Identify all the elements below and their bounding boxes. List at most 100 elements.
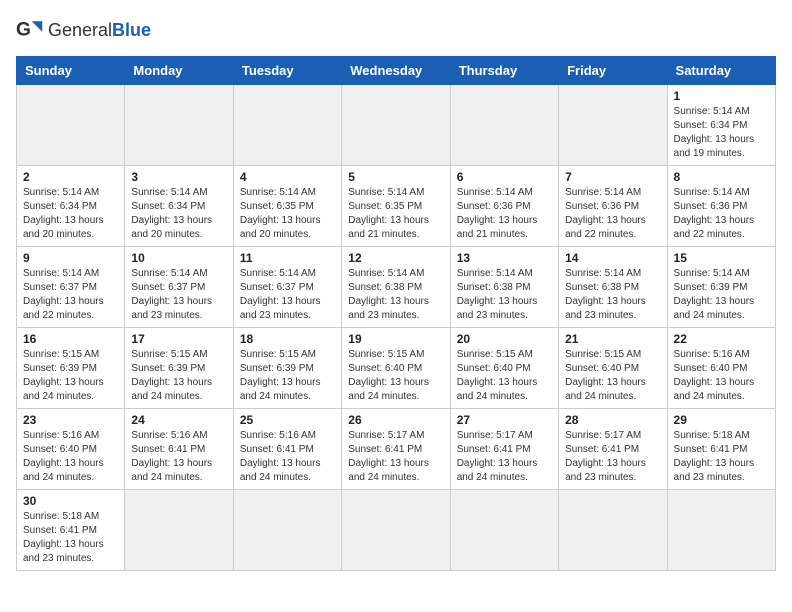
calendar-day-cell: 9 Sunrise: 5:14 AM Sunset: 6:37 PM Daylig… bbox=[17, 247, 125, 328]
calendar-day-cell: 27 Sunrise: 5:17 AM Sunset: 6:41 PM Dayli… bbox=[450, 409, 558, 490]
calendar-day-cell bbox=[342, 490, 450, 571]
day-info: Sunrise: 5:16 AM Sunset: 6:41 PM Dayligh… bbox=[240, 429, 335, 485]
weekday-header-saturday: Saturday bbox=[667, 57, 775, 85]
day-info: Sunrise: 5:15 AM Sunset: 6:40 PM Dayligh… bbox=[457, 348, 552, 404]
calendar-day-cell: 10 Sunrise: 5:14 AM Sunset: 6:37 PM Dayli… bbox=[125, 247, 233, 328]
weekday-header-friday: Friday bbox=[559, 57, 667, 85]
day-number: 12 bbox=[348, 251, 443, 265]
day-info: Sunrise: 5:16 AM Sunset: 6:40 PM Dayligh… bbox=[23, 429, 118, 485]
day-info: Sunrise: 5:15 AM Sunset: 6:40 PM Dayligh… bbox=[348, 348, 443, 404]
calendar-day-cell: 26Sunrise: 5:17 AM Sunset: 6:41 PM Dayli… bbox=[342, 409, 450, 490]
day-number: 16 bbox=[23, 332, 118, 346]
day-number: 13 bbox=[457, 251, 552, 265]
day-info: Sunrise: 5:17 AM Sunset: 6:41 PM Dayligh… bbox=[348, 429, 443, 485]
calendar-day-cell bbox=[17, 85, 125, 166]
day-info: Sunrise: 5:17 AM Sunset: 6:41 PM Dayligh… bbox=[457, 429, 552, 485]
day-number: 4 bbox=[240, 170, 335, 184]
weekday-header-monday: Monday bbox=[125, 57, 233, 85]
calendar-day-cell: 20 Sunrise: 5:15 AM Sunset: 6:40 PM Dayli… bbox=[450, 328, 558, 409]
calendar-day-cell: 23Sunrise: 5:16 AM Sunset: 6:40 PM Dayli… bbox=[17, 409, 125, 490]
calendar-day-cell: 6 Sunrise: 5:14 AM Sunset: 6:36 PM Daylig… bbox=[450, 166, 558, 247]
calendar-day-cell: 19 Sunrise: 5:15 AM Sunset: 6:40 PM Dayli… bbox=[342, 328, 450, 409]
day-number: 22 bbox=[674, 332, 769, 346]
logo-icon: G bbox=[16, 16, 44, 44]
day-info: Sunrise: 5:18 AM Sunset: 6:41 PM Dayligh… bbox=[23, 510, 118, 566]
day-info: Sunrise: 5:14 AM Sunset: 6:34 PM Dayligh… bbox=[23, 186, 118, 242]
calendar-day-cell: 25Sunrise: 5:16 AM Sunset: 6:41 PM Dayli… bbox=[233, 409, 341, 490]
day-number: 9 bbox=[23, 251, 118, 265]
day-number: 17 bbox=[131, 332, 226, 346]
day-info: Sunrise: 5:14 AM Sunset: 6:36 PM Dayligh… bbox=[674, 186, 769, 242]
day-info: Sunrise: 5:14 AM Sunset: 6:36 PM Dayligh… bbox=[565, 186, 660, 242]
calendar-day-cell: 8 Sunrise: 5:14 AM Sunset: 6:36 PM Daylig… bbox=[667, 166, 775, 247]
calendar-day-cell bbox=[233, 490, 341, 571]
day-info: Sunrise: 5:14 AM Sunset: 6:37 PM Dayligh… bbox=[131, 267, 226, 323]
weekday-header-sunday: Sunday bbox=[17, 57, 125, 85]
day-number: 7 bbox=[565, 170, 660, 184]
page-header: G GeneralBlue bbox=[16, 16, 776, 44]
calendar-day-cell: 3Sunrise: 5:14 AM Sunset: 6:34 PM Daylig… bbox=[125, 166, 233, 247]
weekday-header-thursday: Thursday bbox=[450, 57, 558, 85]
calendar-day-cell: 24Sunrise: 5:16 AM Sunset: 6:41 PM Dayli… bbox=[125, 409, 233, 490]
day-number: 30 bbox=[23, 494, 118, 508]
logo: G GeneralBlue bbox=[16, 16, 151, 44]
calendar-day-cell: 15Sunrise: 5:14 AM Sunset: 6:39 PM Dayli… bbox=[667, 247, 775, 328]
calendar-day-cell: 2 Sunrise: 5:14 AM Sunset: 6:34 PM Daylig… bbox=[17, 166, 125, 247]
calendar-day-cell bbox=[667, 490, 775, 571]
day-number: 8 bbox=[674, 170, 769, 184]
day-info: Sunrise: 5:14 AM Sunset: 6:39 PM Dayligh… bbox=[674, 267, 769, 323]
day-info: Sunrise: 5:18 AM Sunset: 6:41 PM Dayligh… bbox=[674, 429, 769, 485]
day-number: 10 bbox=[131, 251, 226, 265]
day-info: Sunrise: 5:14 AM Sunset: 6:37 PM Dayligh… bbox=[240, 267, 335, 323]
calendar-week-row: 16 Sunrise: 5:15 AM Sunset: 6:39 PM Dayli… bbox=[17, 328, 776, 409]
day-number: 20 bbox=[457, 332, 552, 346]
day-number: 11 bbox=[240, 251, 335, 265]
day-number: 1 bbox=[674, 89, 769, 103]
calendar-week-row: 23Sunrise: 5:16 AM Sunset: 6:40 PM Dayli… bbox=[17, 409, 776, 490]
calendar-day-cell bbox=[342, 85, 450, 166]
calendar-day-cell bbox=[559, 490, 667, 571]
day-number: 2 bbox=[23, 170, 118, 184]
calendar-day-cell bbox=[559, 85, 667, 166]
logo-text: GeneralBlue bbox=[48, 20, 151, 41]
weekday-header-wednesday: Wednesday bbox=[342, 57, 450, 85]
day-number: 5 bbox=[348, 170, 443, 184]
day-number: 18 bbox=[240, 332, 335, 346]
calendar-day-cell: 28 Sunrise: 5:17 AM Sunset: 6:41 PM Dayli… bbox=[559, 409, 667, 490]
day-info: Sunrise: 5:14 AM Sunset: 6:36 PM Dayligh… bbox=[457, 186, 552, 242]
day-info: Sunrise: 5:17 AM Sunset: 6:41 PM Dayligh… bbox=[565, 429, 660, 485]
day-info: Sunrise: 5:14 AM Sunset: 6:35 PM Dayligh… bbox=[240, 186, 335, 242]
calendar-day-cell bbox=[233, 85, 341, 166]
day-info: Sunrise: 5:14 AM Sunset: 6:37 PM Dayligh… bbox=[23, 267, 118, 323]
calendar-day-cell: 14Sunrise: 5:14 AM Sunset: 6:38 PM Dayli… bbox=[559, 247, 667, 328]
day-number: 21 bbox=[565, 332, 660, 346]
calendar-day-cell bbox=[450, 85, 558, 166]
day-number: 6 bbox=[457, 170, 552, 184]
calendar-day-cell: 4 Sunrise: 5:14 AM Sunset: 6:35 PM Daylig… bbox=[233, 166, 341, 247]
calendar-day-cell: 18 Sunrise: 5:15 AM Sunset: 6:39 PM Dayli… bbox=[233, 328, 341, 409]
day-number: 14 bbox=[565, 251, 660, 265]
day-info: Sunrise: 5:14 AM Sunset: 6:35 PM Dayligh… bbox=[348, 186, 443, 242]
calendar-day-cell: 21Sunrise: 5:15 AM Sunset: 6:40 PM Dayli… bbox=[559, 328, 667, 409]
day-number: 19 bbox=[348, 332, 443, 346]
calendar-day-cell: 7 Sunrise: 5:14 AM Sunset: 6:36 PM Daylig… bbox=[559, 166, 667, 247]
day-number: 28 bbox=[565, 413, 660, 427]
day-number: 27 bbox=[457, 413, 552, 427]
calendar-day-cell: 17Sunrise: 5:15 AM Sunset: 6:39 PM Dayli… bbox=[125, 328, 233, 409]
calendar-week-row: 2 Sunrise: 5:14 AM Sunset: 6:34 PM Daylig… bbox=[17, 166, 776, 247]
calendar-day-cell bbox=[125, 85, 233, 166]
day-info: Sunrise: 5:16 AM Sunset: 6:41 PM Dayligh… bbox=[131, 429, 226, 485]
day-info: Sunrise: 5:15 AM Sunset: 6:39 PM Dayligh… bbox=[23, 348, 118, 404]
calendar-day-cell: 22Sunrise: 5:16 AM Sunset: 6:40 PM Dayli… bbox=[667, 328, 775, 409]
calendar-week-row: 30 Sunrise: 5:18 AM Sunset: 6:41 PM Dayli… bbox=[17, 490, 776, 571]
calendar-day-cell bbox=[450, 490, 558, 571]
day-info: Sunrise: 5:14 AM Sunset: 6:34 PM Dayligh… bbox=[131, 186, 226, 242]
calendar-day-cell: 11 Sunrise: 5:14 AM Sunset: 6:37 PM Dayli… bbox=[233, 247, 341, 328]
calendar-day-cell: 29Sunrise: 5:18 AM Sunset: 6:41 PM Dayli… bbox=[667, 409, 775, 490]
calendar-table: SundayMondayTuesdayWednesdayThursdayFrid… bbox=[16, 56, 776, 571]
day-info: Sunrise: 5:15 AM Sunset: 6:39 PM Dayligh… bbox=[240, 348, 335, 404]
day-info: Sunrise: 5:14 AM Sunset: 6:38 PM Dayligh… bbox=[457, 267, 552, 323]
day-info: Sunrise: 5:14 AM Sunset: 6:38 PM Dayligh… bbox=[348, 267, 443, 323]
calendar-day-cell: 30 Sunrise: 5:18 AM Sunset: 6:41 PM Dayli… bbox=[17, 490, 125, 571]
calendar-day-cell: 5 Sunrise: 5:14 AM Sunset: 6:35 PM Daylig… bbox=[342, 166, 450, 247]
